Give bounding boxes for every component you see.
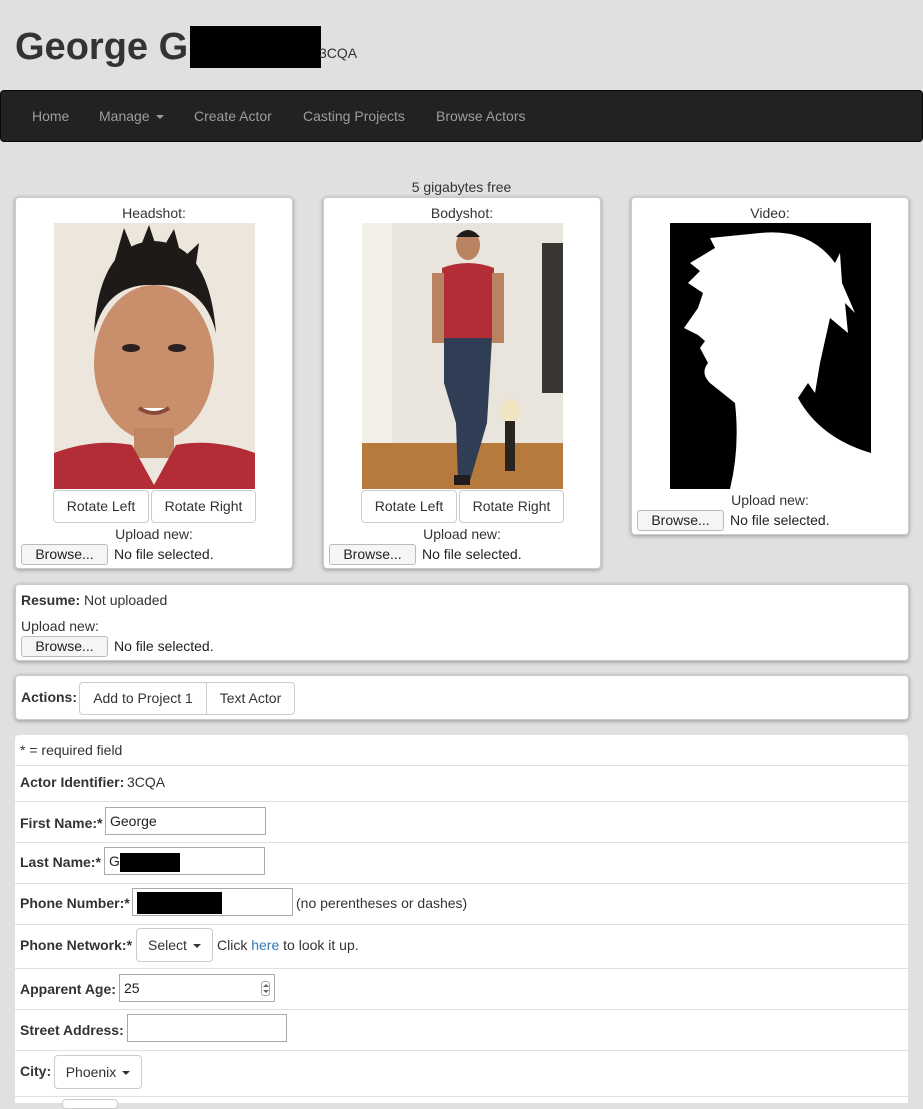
actor-code: 3CQA <box>319 45 358 61</box>
text-actor-button[interactable]: Text Actor <box>206 682 295 715</box>
headshot-file-status: No file selected. <box>114 546 214 562</box>
resume-label: Resume: <box>21 592 81 608</box>
bodyshot-rotate-left-button[interactable]: Rotate Left <box>361 490 457 523</box>
phone-network-row: Phone Network:* Select Click here to loo… <box>15 925 908 968</box>
first-name-label: First Name:* <box>20 815 103 831</box>
phone-network-select[interactable]: Select <box>136 928 213 962</box>
spinner-icon[interactable] <box>261 981 270 996</box>
video-upload-label: Upload new: <box>731 492 809 508</box>
headshot-image <box>54 223 255 489</box>
phone-input[interactable] <box>132 888 293 916</box>
resume-panel: Resume: Not uploaded Upload new: Browse.… <box>15 584 909 661</box>
redacted-block <box>137 892 222 915</box>
bodyshot-label: Bodyshot: <box>430 205 494 221</box>
page-title: George G <box>15 24 322 70</box>
last-name-row: Last Name:* G <box>15 843 908 883</box>
last-name-input[interactable]: G <box>104 847 265 875</box>
phone-hint: (no perentheses or dashes) <box>296 895 468 911</box>
page-header: George G 3CQA <box>0 0 923 90</box>
nav-manage-label: Manage <box>99 108 150 124</box>
lookup-link[interactable]: here <box>251 937 279 953</box>
hint-pre: Click <box>217 937 248 953</box>
resume-row: Resume: Not uploaded <box>21 592 167 608</box>
apparent-age-value: 25 <box>124 980 140 996</box>
actor-name: George G <box>15 26 189 68</box>
add-to-project-button[interactable]: Add to Project 1 <box>79 682 207 715</box>
resume-upload-label: Upload new: <box>21 618 99 634</box>
navbar: Home Manage Create Actor Casting Project… <box>0 90 923 142</box>
redacted-block <box>119 852 180 872</box>
partial-select[interactable] <box>62 1099 118 1109</box>
identifier-value: 3CQA <box>127 774 166 790</box>
caret-down-icon <box>155 115 164 120</box>
phone-network-label: Phone Network:* <box>20 937 133 953</box>
next-row-partial <box>15 1097 908 1109</box>
nav-manage[interactable]: Manage <box>99 91 164 141</box>
first-name-row: First Name:* George <box>15 802 908 842</box>
redacted-block <box>190 26 322 68</box>
city-label: City: <box>20 1063 52 1079</box>
resume-status: Not uploaded <box>84 592 168 608</box>
required-note-row: * = required field <box>15 735 908 765</box>
video-label: Video: <box>750 205 790 221</box>
city-row: City: Phoenix <box>15 1051 908 1096</box>
phone-network-hint: Click here to look it up. <box>217 937 359 953</box>
street-address-row: Street Address: <box>15 1010 908 1050</box>
nav-home[interactable]: Home <box>32 91 69 141</box>
phone-row: Phone Number:* (no perentheses or dashes… <box>15 884 908 924</box>
city-select[interactable]: Phoenix <box>54 1055 142 1089</box>
resume-browse-button[interactable]: Browse... <box>21 636 108 657</box>
bodyshot-browse-button[interactable]: Browse... <box>329 544 416 565</box>
video-browse-button[interactable]: Browse... <box>637 510 724 531</box>
headshot-upload-label: Upload new: <box>115 526 193 542</box>
headshot-rotate-left-button[interactable]: Rotate Left <box>53 490 149 523</box>
headshot-panel: Headshot: Rotate Left Rotate Right Uploa… <box>15 197 293 569</box>
headshot-browse-button[interactable]: Browse... <box>21 544 108 565</box>
street-address-label: Street Address: <box>20 1022 124 1038</box>
city-select-value: Phoenix <box>65 1064 117 1080</box>
apparent-age-input[interactable]: 25 <box>119 974 275 1002</box>
video-placeholder-icon <box>670 223 871 489</box>
last-name-label: Last Name:* <box>20 854 101 870</box>
apparent-age-label: Apparent Age: <box>20 981 116 997</box>
caret-down-icon <box>122 1071 131 1076</box>
identifier-row: Actor Identifier: 3CQA <box>15 766 908 801</box>
bodyshot-file-status: No file selected. <box>422 546 522 562</box>
last-name-value: G <box>109 853 120 869</box>
headshot-label: Headshot: <box>122 205 186 221</box>
headshot-rotate-right-button[interactable]: Rotate Right <box>151 490 256 523</box>
resume-file-status: No file selected. <box>114 638 214 654</box>
identifier-label: Actor Identifier: <box>20 774 125 790</box>
video-panel: Video: Upload new: Browse... No file sel… <box>631 197 909 535</box>
actions-label: Actions: <box>21 689 77 705</box>
bodyshot-rotate-right-button[interactable]: Rotate Right <box>459 490 564 523</box>
phone-label: Phone Number:* <box>20 895 130 911</box>
phone-network-select-value: Select <box>148 937 187 953</box>
nav-casting-projects[interactable]: Casting Projects <box>303 91 405 141</box>
required-note: * = required field <box>20 742 123 758</box>
bodyshot-upload-label: Upload new: <box>423 526 501 542</box>
nav-browse-actors[interactable]: Browse Actors <box>436 91 525 141</box>
nav-create-actor[interactable]: Create Actor <box>194 91 272 141</box>
hint-post: to look it up. <box>283 937 359 953</box>
storage-status: 5 gigabytes free <box>411 179 512 195</box>
video-file-status: No file selected. <box>730 512 830 528</box>
caret-down-icon <box>192 944 201 949</box>
bodyshot-panel: Bodyshot: Rotate Left Rotate Right Uploa… <box>323 197 601 569</box>
street-address-input[interactable] <box>127 1014 287 1042</box>
actions-panel: Actions: Add to Project 1 Text Actor <box>15 675 909 720</box>
first-name-input[interactable]: George <box>105 807 266 835</box>
apparent-age-row: Apparent Age: 25 <box>15 969 908 1009</box>
bodyshot-image <box>362 223 563 489</box>
